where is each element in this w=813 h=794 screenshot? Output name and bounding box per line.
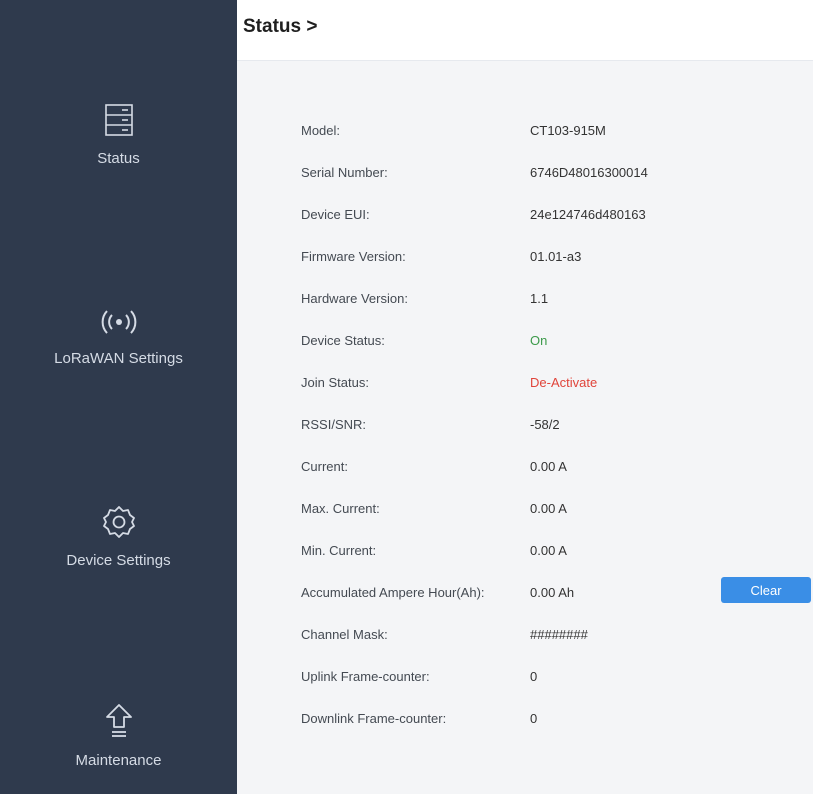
row-value: 01.01-a3 (530, 249, 582, 264)
sidebar-item-label: Maintenance (75, 752, 162, 769)
row-label: Firmware Version: (301, 249, 406, 264)
server-icon (0, 103, 237, 142)
row-value: 0.00 Ah (530, 585, 575, 600)
row-label: Channel Mask: (301, 627, 388, 642)
sidebar-item-label: LoRaWAN Settings (54, 350, 183, 367)
sidebar-item-lorawan-settings[interactable]: LoRaWAN Settings (0, 307, 237, 367)
row-value: 6746D48016300014 (530, 165, 648, 180)
sidebar-item-maintenance[interactable]: Maintenance (0, 703, 237, 769)
sidebar-item-device-settings[interactable]: Device Settings (0, 505, 237, 569)
sidebar: Status LoRaWAN Settings Device Settings (0, 0, 237, 794)
gear-icon (0, 505, 237, 544)
sidebar-item-label: Device Settings (66, 552, 171, 569)
row-value: ######## (530, 627, 588, 642)
row-label: Accumulated Ampere Hour(Ah): (301, 585, 485, 600)
row-value: 0 (530, 669, 538, 684)
row-value: 0.00 A (530, 459, 567, 474)
row-label: Join Status: (301, 375, 369, 390)
row-label: Uplink Frame-counter: (301, 669, 430, 684)
row-value: 24e124746d480163 (530, 207, 646, 222)
clear-button[interactable]: Clear (721, 577, 811, 603)
row-label: Device Status: (301, 333, 385, 348)
row-label: Hardware Version: (301, 291, 408, 306)
row-label: Serial Number: (301, 165, 388, 180)
row-label: Current: (301, 459, 348, 474)
page-title: Status > (243, 16, 318, 37)
row-value: -58/2 (530, 417, 560, 432)
row-label: Device EUI: (301, 207, 370, 222)
upload-icon (0, 703, 237, 744)
row-label: RSSI/SNR: (301, 417, 367, 432)
signal-icon (0, 307, 237, 342)
row-value: 0 (530, 711, 538, 726)
row-value: CT103-915M (530, 123, 606, 138)
join-status-value: De-Activate (530, 375, 598, 390)
sidebar-item-status[interactable]: Status (0, 103, 237, 167)
row-label: Model: (301, 123, 341, 138)
status-row-accumulated-ampere-hour: Accumulated Ampere Hour(Ah): 0.00 Ah Cle… (301, 577, 813, 619)
sidebar-item-label: Status (97, 150, 140, 167)
device-status-value: On (530, 333, 548, 348)
row-label: Min. Current: (301, 543, 377, 558)
row-value: 0.00 A (530, 543, 567, 558)
status-panel: Model: CT103-915M Serial Number: 6746D48… (237, 61, 813, 794)
row-value: 0.00 A (530, 501, 567, 516)
row-label: Max. Current: (301, 501, 380, 516)
page-header: Status > (237, 0, 813, 61)
row-label: Downlink Frame-counter: (301, 711, 447, 726)
row-value: 1.1 (530, 291, 549, 306)
